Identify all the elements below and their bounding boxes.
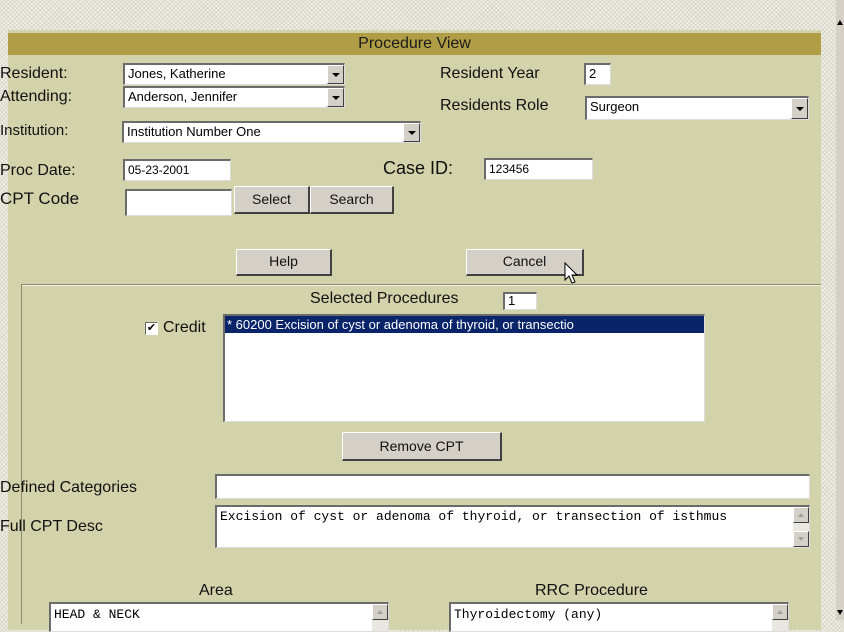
credit-label: Credit [163,319,206,336]
scroll-down-icon[interactable] [793,531,809,547]
chevron-down-icon[interactable] [327,88,344,107]
residents-role-select[interactable]: Surgeon [585,96,809,120]
resident-year-label: Resident Year [440,65,540,82]
attending-value: Anderson, Jennifer [128,89,238,104]
select-button[interactable]: Select [234,186,310,214]
scroll-up-icon[interactable] [837,20,843,25]
search-button[interactable]: Search [310,186,394,214]
window-scrollbar[interactable] [836,0,844,620]
full-cpt-desc-label: Full CPT Desc [0,518,103,535]
scrollbar[interactable] [372,604,388,631]
help-button[interactable]: Help [236,249,332,276]
section-divider-vertical [21,284,22,624]
attending-label: Attending: [0,88,73,105]
resident-year-input[interactable]: 2 [584,63,611,85]
scroll-down-icon[interactable] [837,610,843,615]
resident-select[interactable]: Jones, Katherine [123,63,345,85]
selected-procedures-label: Selected Procedures [310,290,459,307]
attending-select[interactable]: Anderson, Jennifer [123,86,345,108]
defined-categories-input[interactable] [215,474,810,499]
residents-role-label: Residents Role [440,97,549,114]
chevron-down-icon[interactable] [791,98,808,119]
area-label: Area [199,582,233,599]
institution-label: Institution: [0,122,69,139]
chevron-down-icon[interactable] [403,123,420,142]
chevron-down-icon[interactable] [327,65,344,84]
mouse-cursor-icon [564,262,578,284]
selected-procedures-count: 1 [503,292,537,310]
credit-checkbox[interactable]: ✔ [145,322,158,335]
resident-label: Resident: [0,65,68,82]
institution-select[interactable]: Institution Number One [122,121,421,143]
remove-cpt-button[interactable]: Remove CPT [342,432,502,461]
residents-role-value: Surgeon [590,99,640,114]
case-id-input[interactable]: 123456 [484,158,593,180]
full-cpt-desc-textarea[interactable]: Excision of cyst or adenoma of thyroid, … [215,505,810,548]
scroll-up-icon[interactable] [793,507,809,523]
scroll-up-icon[interactable] [372,604,388,620]
area-list[interactable]: HEAD & NECK [49,602,389,632]
scrollbar[interactable] [772,604,788,631]
proc-date-label: Proc Date: [0,162,76,179]
cpt-code-label: CPT Code [0,189,80,208]
section-divider [22,284,821,286]
full-cpt-desc-text: Excision of cyst or adenoma of thyroid, … [220,509,728,524]
defined-categories-label: Defined Categories [0,479,137,496]
procedure-list[interactable]: * 60200 Excision of cyst or adenoma of t… [223,314,705,422]
cpt-code-input[interactable] [125,189,232,216]
list-item[interactable]: * 60200 Excision of cyst or adenoma of t… [225,316,704,333]
resident-value: Jones, Katherine [128,66,226,81]
rrc-procedure-label: RRC Procedure [535,582,648,599]
page-title: Procedure View [8,33,821,55]
institution-value: Institution Number One [127,124,261,139]
case-id-label: Case ID: [383,158,454,178]
proc-date-input[interactable]: 05-23-2001 [123,159,231,181]
scrollbar[interactable] [793,507,809,547]
rrc-procedure-list[interactable]: Thyroidectomy (any) [449,602,789,632]
scroll-up-icon[interactable] [772,604,788,620]
